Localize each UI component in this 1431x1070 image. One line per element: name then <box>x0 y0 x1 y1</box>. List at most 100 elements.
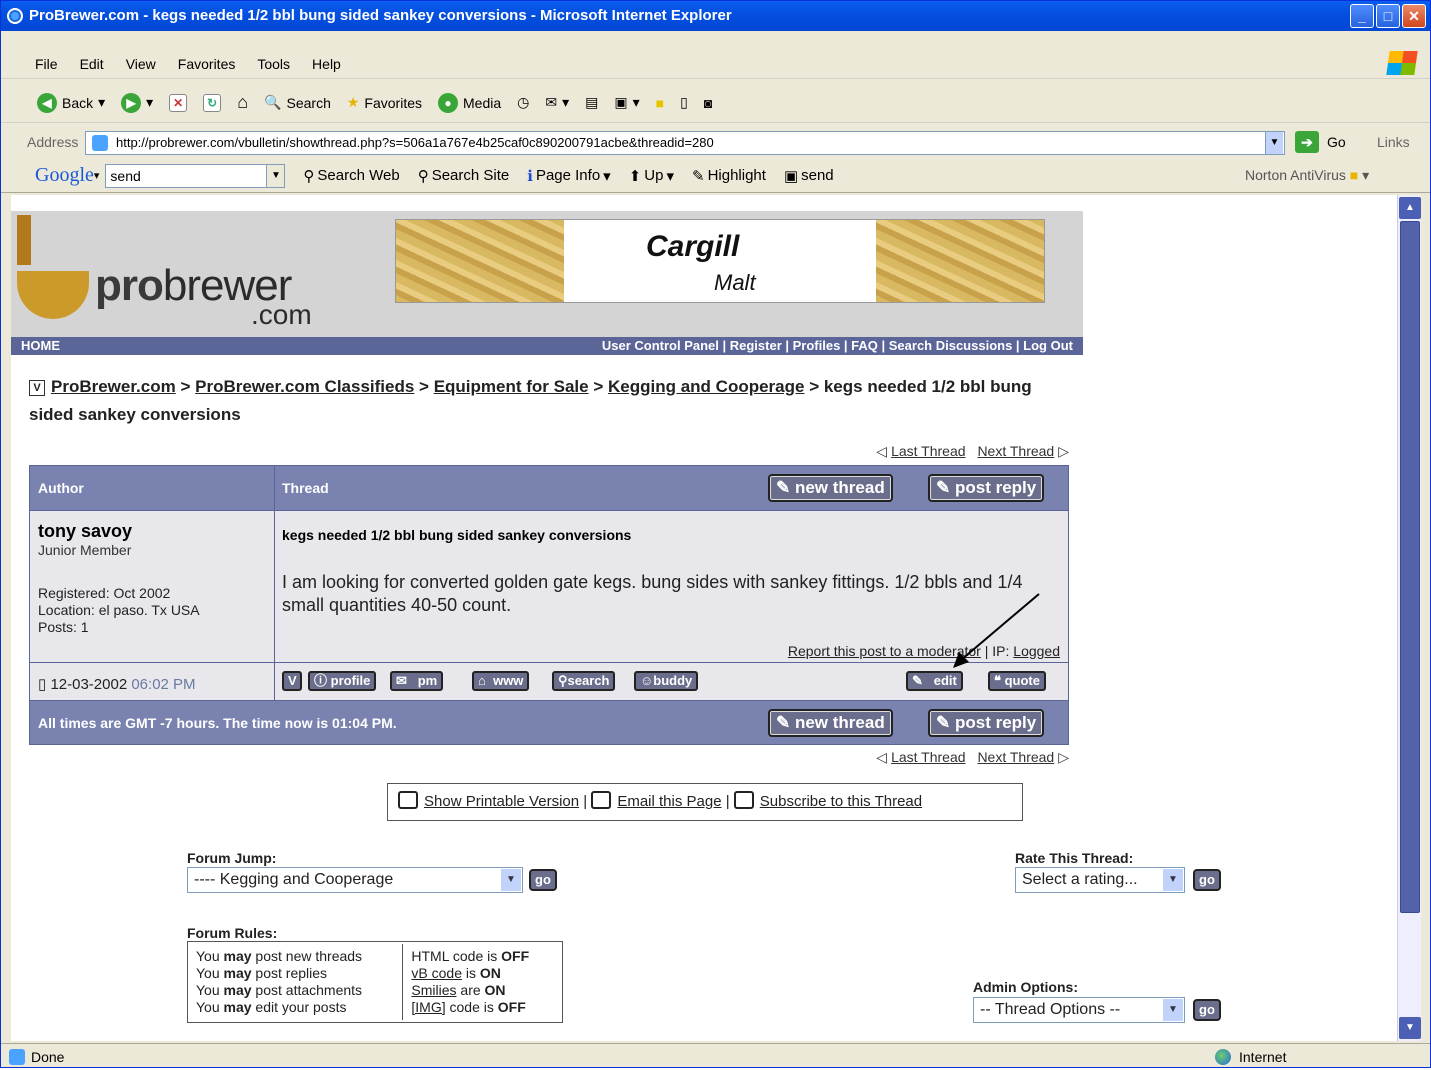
back-button[interactable]: ◀ Back ▾ <box>37 92 105 113</box>
profile-button[interactable]: ⓘ profile <box>308 671 377 691</box>
vbulletin-icon[interactable]: V <box>282 671 302 691</box>
buddy-button[interactable]: ☺buddy <box>634 671 699 691</box>
vertical-scrollbar[interactable]: ▲ ▼ <box>1397 195 1421 1041</box>
search-site-button[interactable]: ⚲ Search Site <box>418 167 510 185</box>
next-thread-link-bottom[interactable]: Next Thread <box>977 749 1054 765</box>
forum-jump-select[interactable]: ---- Kegging and Cooperage ▼ <box>187 867 523 893</box>
subscribe-link[interactable]: Subscribe to this Thread <box>760 793 922 810</box>
author-meta: Registered: Oct 2002 Location: el paso. … <box>38 585 200 636</box>
rule-permission: You may post replies <box>196 965 328 981</box>
author-name[interactable]: tony savoy <box>38 521 132 542</box>
rate-go-button[interactable]: go <box>1193 869 1221 891</box>
new-thread-button[interactable]: ✎ new thread <box>768 474 893 502</box>
registered: Registered: Oct 2002 <box>38 585 171 601</box>
post-reply-button-bottom[interactable]: ✎ post reply <box>928 709 1045 737</box>
mail-button[interactable]: ✉ ▾ <box>545 94 569 111</box>
google-dropdown-icon[interactable]: ▼ <box>266 164 285 187</box>
close-button[interactable]: ✕ <box>1402 4 1426 28</box>
time-info: All times are GMT -7 hours. The time now… <box>38 715 397 731</box>
search-button[interactable]: 🔍 Search <box>264 94 331 111</box>
go-button[interactable]: ➔ Go <box>1295 131 1346 153</box>
star-icon: ★ <box>346 94 360 110</box>
maximize-button[interactable]: □ <box>1376 4 1400 28</box>
scroll-up-icon[interactable]: ▲ <box>1399 197 1421 219</box>
search-icon: 🔍 <box>264 94 282 110</box>
menu-view[interactable]: View <box>122 54 160 74</box>
scroll-thumb[interactable] <box>1400 221 1420 913</box>
google-search-input[interactable]: send ▼ <box>105 163 286 188</box>
folder-button[interactable]: ■ <box>656 95 664 111</box>
rate-thread-select[interactable]: Select a rating... ▼ <box>1015 867 1185 893</box>
address-input[interactable]: http://probrewer.com/vbulletin/showthrea… <box>85 131 1285 155</box>
menu-help[interactable]: Help <box>308 54 345 74</box>
breadcrumb: V ProBrewer.com > ProBrewer.com Classifie… <box>29 377 1032 424</box>
menu-file[interactable]: File <box>31 54 62 74</box>
rule-code-link[interactable]: [IMG] <box>411 999 445 1015</box>
favorites-button[interactable]: ★ Favorites <box>347 94 422 111</box>
page-info-button[interactable]: ℹ Page Info ▾ <box>527 167 610 185</box>
stop-button[interactable]: ✕ <box>169 93 188 112</box>
admin-options-select[interactable]: -- Thread Options -- ▼ <box>973 997 1185 1023</box>
address-dropdown-icon[interactable]: ▼ <box>1265 132 1283 154</box>
search-site-label: Search Site <box>431 167 510 184</box>
forum-jump-value: ---- Kegging and Cooperage <box>194 871 394 888</box>
google-logo[interactable]: Google <box>35 164 94 187</box>
menu-favorites[interactable]: Favorites <box>174 54 240 74</box>
breadcrumb-classifieds[interactable]: ProBrewer.com Classifieds <box>195 377 414 396</box>
nav-home-link[interactable]: HOME <box>21 337 60 355</box>
highlight-button[interactable]: ✎ Highlight <box>692 167 766 185</box>
home-button[interactable]: ⌂ <box>237 92 248 113</box>
page-button[interactable]: ▯ <box>680 94 688 111</box>
breadcrumb-equipment[interactable]: Equipment for Sale <box>434 377 589 396</box>
search-web-button[interactable]: ⚲ Search Web <box>303 167 399 185</box>
post-footer: ▯ 12-03-2002 06:02 PM V ⓘ profile ✉ pm ⌂… <box>30 662 1068 700</box>
minimize-button[interactable]: _ <box>1350 4 1374 28</box>
scroll-down-icon[interactable]: ▼ <box>1399 1017 1421 1039</box>
status-text: Done <box>31 1049 65 1065</box>
cargill-ad[interactable]: Cargill Malt <box>395 219 1045 303</box>
refresh-button[interactable]: ↻ <box>203 93 222 112</box>
post-reply-button[interactable]: ✎ post reply <box>928 474 1045 502</box>
admin-go-button[interactable]: go <box>1193 999 1221 1021</box>
document-icon: ▯ <box>38 676 47 693</box>
www-button[interactable]: ⌂ www <box>472 671 530 691</box>
breadcrumb-probrewer[interactable]: ProBrewer.com <box>51 377 176 396</box>
new-thread-button-bottom[interactable]: ✎ new thread <box>768 709 893 737</box>
history-button[interactable]: ◷ <box>517 94 529 111</box>
rules-codes: HTML code is OFF vB code is ON Smilies are… <box>405 944 560 1020</box>
menu-edit[interactable]: Edit <box>76 54 108 74</box>
nav-links[interactable]: User Control Panel | Register | Profiles… <box>602 337 1073 355</box>
rate-thread-label: Rate This Thread: <box>1015 850 1134 866</box>
standard-toolbar: ◀ Back ▾ ▶ ▾ ✕ ↻ ⌂ 🔍 Search ★ Favorites ● Me… <box>1 83 1430 123</box>
forward-button[interactable]: ▶ ▾ <box>121 92 153 113</box>
pm-button[interactable]: ✉ pm <box>390 671 444 691</box>
forum-jump-go-button[interactable]: go <box>529 869 557 891</box>
send-icon: ▣ <box>783 167 799 185</box>
annotation-arrow-icon <box>953 593 1040 668</box>
page-tools-box: Show Printable Version | Email this Page… <box>387 783 1023 821</box>
globe-icon <box>1215 1049 1231 1065</box>
send-button[interactable]: ▣ send <box>784 167 834 185</box>
up-button[interactable]: ⬆ Up ▾ <box>629 167 674 185</box>
chevron-down-icon: ▼ <box>501 869 521 891</box>
page-icon <box>92 135 108 151</box>
printable-version-link[interactable]: Show Printable Version <box>424 793 579 810</box>
edit-page-button[interactable]: ▣ ▾ <box>614 94 639 111</box>
email-page-link[interactable]: Email this Page <box>617 793 721 810</box>
rule-permission: You may post new threads <box>196 948 363 964</box>
last-thread-link[interactable]: Last Thread <box>891 443 965 459</box>
messenger-button[interactable]: ◙ <box>704 95 712 111</box>
print-button[interactable]: ▤ <box>585 94 598 111</box>
back-label: Back <box>62 94 94 111</box>
last-thread-link-bottom[interactable]: Last Thread <box>891 749 965 765</box>
next-thread-link[interactable]: Next Thread <box>977 443 1054 459</box>
rule-code-link[interactable]: Smilies <box>411 982 456 998</box>
search-user-button[interactable]: ⚲search <box>552 671 616 691</box>
menu-tools[interactable]: Tools <box>253 54 294 74</box>
rule-code-link[interactable]: vB code <box>411 965 462 981</box>
links-button[interactable]: Links <box>1377 134 1410 150</box>
breadcrumb-kegging[interactable]: Kegging and Cooperage <box>608 377 804 396</box>
media-button[interactable]: ● Media <box>438 92 501 113</box>
post: tony savoy Junior Member Registered: Oct… <box>30 510 1068 662</box>
norton-antivirus-button[interactable]: Norton AntiVirus ■ ▾ <box>1245 167 1369 184</box>
